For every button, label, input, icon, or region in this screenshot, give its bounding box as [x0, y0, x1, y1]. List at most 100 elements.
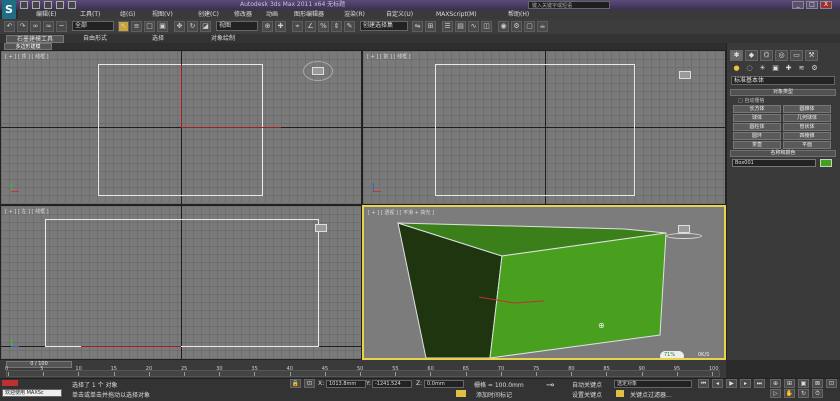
- hierarchy-tab-icon[interactable]: ⌬: [760, 50, 773, 61]
- render-production-icon[interactable]: ☕: [537, 21, 548, 32]
- menu-edit[interactable]: 编辑(E): [36, 10, 56, 19]
- cameras-icon[interactable]: ▣: [770, 64, 781, 73]
- z-coordinate-field[interactable]: 0.0mm: [424, 380, 464, 388]
- maxscript-mini-listener[interactable]: 欢迎使用 MAXSc: [2, 389, 62, 397]
- viewcube-box-icon[interactable]: [312, 67, 324, 75]
- pyramid-button[interactable]: 四棱锥: [783, 132, 831, 140]
- viewcube-box-icon[interactable]: [315, 224, 327, 232]
- x-coordinate-field[interactable]: 1013.8mm: [326, 380, 366, 388]
- key-filters-button[interactable]: 关键点过滤器...: [630, 390, 672, 399]
- viewport-left[interactable]: [ + ] [ 左 ] [ 线框 ]: [0, 205, 362, 360]
- viewport-label[interactable]: [ + ] [ 前 ] [ 线框 ]: [367, 53, 411, 60]
- app-logo-icon[interactable]: S: [2, 0, 16, 20]
- reference-coordinate-select[interactable]: 视图: [216, 21, 258, 31]
- object-category-select[interactable]: 标准基本体: [731, 76, 835, 85]
- bind-space-warp-icon[interactable]: ~: [56, 21, 67, 32]
- zoom-all-icon[interactable]: ⊞: [784, 379, 795, 388]
- auto-key-button[interactable]: 自动关键点: [572, 380, 602, 389]
- angle-snap-icon[interactable]: ∠: [305, 21, 316, 32]
- zoom-extents-icon[interactable]: ▣: [798, 379, 809, 388]
- viewport-label[interactable]: [ + ] [ 顶 ] [ 线框 ]: [5, 53, 49, 60]
- select-object-icon[interactable]: ↖: [118, 21, 129, 32]
- zoom-extents-all-icon[interactable]: ⊠: [812, 379, 823, 388]
- create-tab-icon[interactable]: ✱: [730, 50, 743, 61]
- rollout-object-type[interactable]: 对象类型: [730, 89, 836, 96]
- lights-icon[interactable]: ☀: [757, 64, 768, 73]
- render-setup-icon[interactable]: ⚙: [511, 21, 522, 32]
- save-file-icon[interactable]: [44, 1, 52, 9]
- play-icon[interactable]: ▶: [726, 379, 737, 388]
- menu-views[interactable]: 视图(V): [152, 10, 173, 19]
- viewport-perspective[interactable]: [ + ] [ 透视 ] [ 平滑 + 高光 ] ⊕ 71% 0K/S: [362, 205, 726, 360]
- geometry-icon[interactable]: ●: [731, 64, 742, 73]
- undo-icon[interactable]: [56, 1, 64, 9]
- shapes-icon[interactable]: ◌: [744, 64, 755, 73]
- y-coordinate-field[interactable]: -1241.524: [372, 380, 412, 388]
- material-editor-icon[interactable]: ◉: [498, 21, 509, 32]
- tab-selection[interactable]: 选择: [138, 35, 178, 43]
- key-mode-select[interactable]: 选定对象: [614, 380, 692, 388]
- orbit-icon[interactable]: ↻: [798, 389, 809, 398]
- absolute-mode-icon[interactable]: ⊡: [304, 379, 315, 388]
- pivot-center-icon[interactable]: ⊕: [262, 21, 273, 32]
- viewport-label[interactable]: [ + ] [ 左 ] [ 线框 ]: [5, 208, 49, 215]
- menu-graph-editors[interactable]: 图形编辑器: [294, 10, 324, 19]
- menu-maxscript[interactable]: MAXScript(M): [436, 10, 477, 19]
- link-icon[interactable]: ∞: [30, 21, 41, 32]
- menu-tools[interactable]: 工具(T): [80, 10, 100, 19]
- go-to-end-icon[interactable]: ⏭: [754, 379, 765, 388]
- motion-tab-icon[interactable]: ◎: [775, 50, 788, 61]
- new-file-icon[interactable]: [20, 1, 28, 9]
- menu-animation[interactable]: 动画: [266, 10, 278, 19]
- spinner-snap-icon[interactable]: ⇕: [331, 21, 342, 32]
- edit-named-selection-icon[interactable]: ✎: [344, 21, 355, 32]
- tab-object-paint[interactable]: 对象绘制: [194, 35, 252, 43]
- layer-manager-icon[interactable]: ☰: [442, 21, 453, 32]
- field-of-view-icon[interactable]: ▷: [770, 389, 781, 398]
- time-slider[interactable]: 0 / 100: [6, 361, 72, 368]
- viewcube-ring-icon[interactable]: [666, 233, 702, 239]
- rectangular-selection-icon[interactable]: □: [144, 21, 155, 32]
- box-button[interactable]: 长方体: [733, 105, 781, 113]
- manipulate-icon[interactable]: ✚: [275, 21, 286, 32]
- autogrid-checkbox[interactable]: □ 自动栅格: [738, 97, 764, 104]
- space-warps-icon[interactable]: ≋: [796, 64, 807, 73]
- select-by-name-icon[interactable]: ≡: [131, 21, 142, 32]
- lock-selection-icon[interactable]: 🔒: [290, 379, 301, 388]
- tab-polygon-modeling[interactable]: 多边形建模: [4, 43, 52, 50]
- maximize-viewport-icon[interactable]: ⊡: [826, 379, 837, 388]
- pan-icon[interactable]: ✋: [784, 389, 795, 398]
- unlink-icon[interactable]: ≈: [43, 21, 54, 32]
- menu-modifiers[interactable]: 修改器: [234, 10, 252, 19]
- percent-snap-icon[interactable]: %: [318, 21, 329, 32]
- add-time-tag-button[interactable]: 添加时间标记: [476, 390, 512, 399]
- align-icon[interactable]: ⊞: [425, 21, 436, 32]
- viewport-top[interactable]: [ + ] [ 顶 ] [ 线框 ]: [0, 50, 362, 205]
- next-frame-icon[interactable]: ▸: [740, 379, 751, 388]
- tab-graphite-modeling[interactable]: 石墨建模工具: [6, 35, 64, 43]
- minimize-button[interactable]: _: [792, 1, 804, 9]
- viewcube-box-icon[interactable]: [679, 71, 691, 79]
- menu-group[interactable]: 组(G): [120, 10, 135, 19]
- time-config-icon[interactable]: ⏱: [812, 389, 823, 398]
- menu-help[interactable]: 帮助(H): [508, 10, 529, 19]
- rendered-frame-icon[interactable]: ▢: [524, 21, 535, 32]
- green-box-object[interactable]: ⊕: [364, 207, 724, 358]
- window-crossing-icon[interactable]: ▣: [157, 21, 168, 32]
- object-color-swatch[interactable]: [820, 159, 832, 167]
- modify-tab-icon[interactable]: ◆: [745, 50, 758, 61]
- viewport-front[interactable]: [ + ] [ 前 ] [ 线框 ]: [362, 50, 726, 205]
- tube-button[interactable]: 管状体: [783, 123, 831, 131]
- named-selection-set-select[interactable]: 创建选择集: [360, 21, 408, 31]
- menu-rendering[interactable]: 渲染(R): [344, 10, 365, 19]
- utilities-tab-icon[interactable]: ⚒: [805, 50, 818, 61]
- selection-filter-select[interactable]: 全部: [72, 21, 114, 31]
- go-to-start-icon[interactable]: ⏮: [698, 379, 709, 388]
- close-button[interactable]: X: [820, 1, 832, 9]
- select-rotate-icon[interactable]: ↻: [187, 21, 198, 32]
- open-file-icon[interactable]: [32, 1, 40, 9]
- rollout-name-color[interactable]: 名称和颜色: [730, 150, 836, 157]
- snaps-toggle-icon[interactable]: ⌖: [292, 21, 303, 32]
- maximize-button[interactable]: □: [806, 1, 818, 9]
- torus-button[interactable]: 圆环: [733, 132, 781, 140]
